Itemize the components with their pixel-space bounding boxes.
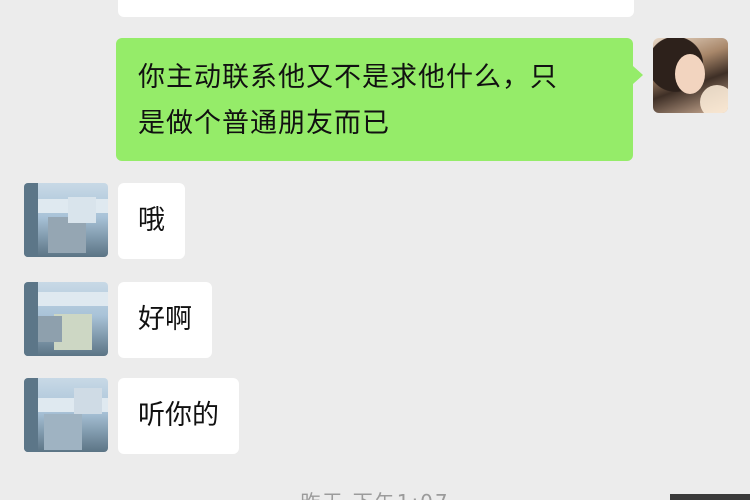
- avatar-face: [675, 54, 705, 94]
- contact-avatar[interactable]: [24, 183, 108, 257]
- outgoing-message-bubble[interactable]: 你主动联系他又不是求他什么，只 是做个普通朋友而已: [116, 38, 643, 161]
- chat-window: 你主动联系他又不是求他什么，只 是做个普通朋友而已 哦 好啊 听你的 昨天 下午…: [0, 0, 750, 500]
- previous-message-bubble[interactable]: [118, 0, 634, 17]
- incoming-message-bubble[interactable]: 好啊: [118, 282, 212, 358]
- avatar-edge: [24, 282, 38, 356]
- message-timestamp: 昨天 下午1:07: [0, 486, 750, 500]
- avatar-block: [34, 316, 62, 342]
- contact-avatar[interactable]: [24, 378, 108, 452]
- avatar-edge: [24, 378, 38, 452]
- my-avatar[interactable]: [653, 38, 728, 113]
- avatar-block: [74, 388, 102, 414]
- contact-avatar[interactable]: [24, 282, 108, 356]
- incoming-message-bubble[interactable]: 听你的: [118, 378, 239, 454]
- avatar-edge: [24, 183, 38, 257]
- avatar-block: [68, 197, 96, 223]
- incoming-message-bubble[interactable]: 哦: [118, 183, 185, 259]
- watermark-mark: [670, 494, 750, 500]
- avatar-block: [44, 414, 82, 450]
- avatar-light: [700, 85, 728, 113]
